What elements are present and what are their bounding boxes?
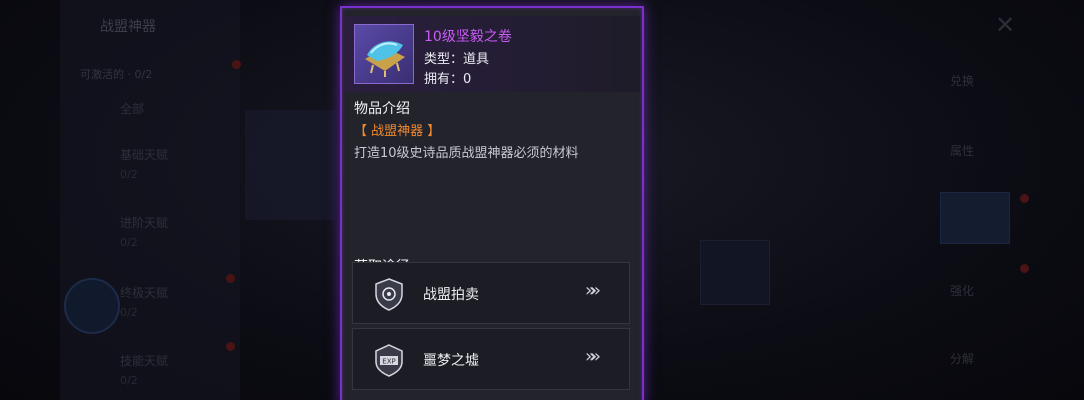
item-tooltip-panel: 10级坚毅之卷 类型：道具 拥有：0 物品介绍 【 战盟神器 】 打造10级史诗… [340,6,644,400]
background-row: 基础天赋 [120,148,169,162]
background-row-sub: 0/2 [120,168,138,181]
exp-badge-icon: EXP [371,342,407,378]
double-chevron-icon: »» [585,280,601,301]
background-right-item: 强化 [950,284,975,298]
close-icon[interactable]: ✕ [990,10,1020,40]
red-dot-icon [1020,194,1029,203]
background-row-sub: 0/2 [120,374,138,387]
item-description: 打造10级史诗品质战盟神器必须的材料 [354,146,579,161]
background-list-panel [245,110,335,220]
source-label: 噩梦之墟 [423,353,479,369]
red-dot-icon [226,274,235,283]
background-row: 全部 [120,102,145,116]
intro-title: 物品介绍 [354,101,410,117]
source-guild-auction[interactable]: 战盟拍卖 »» [352,262,630,324]
red-dot-icon [232,60,241,69]
source-nightmare-ruins[interactable]: EXP 噩梦之墟 »» [352,328,630,390]
background-row-sub: 0/2 [120,306,138,319]
item-name: 10级坚毅之卷 [424,29,512,45]
item-type: 类型：道具 [424,52,490,67]
background-right-item: 兑换 [950,74,975,88]
source-label: 战盟拍卖 [423,287,479,303]
background-right-item: 分解 [950,352,975,366]
item-header: 10级坚毅之卷 类型：道具 拥有：0 [344,16,640,92]
background-tabs: 可激活的 · 0/2 [80,68,153,81]
scroll-item-icon [354,24,414,84]
double-chevron-icon: »» [585,346,601,367]
background-right-selected [940,192,1010,244]
background-side-panel [60,0,240,400]
background-right-item: 属性 [950,144,975,158]
red-dot-icon [1020,264,1029,273]
background-selected-ring [64,278,120,334]
shield-target-icon [371,276,407,312]
category-tag: 【 战盟神器 】 [354,124,441,139]
background-bow-slot [700,240,770,305]
svg-text:EXP: EXP [382,358,395,366]
item-owned-count: 拥有：0 [424,72,472,87]
background-row-sub: 0/2 [120,236,138,249]
background-title: 战盟神器 [100,19,156,35]
red-dot-icon [226,342,235,351]
background-row: 技能天赋 [120,354,169,368]
background-row: 进阶天赋 [120,216,169,230]
background-row: 终极天赋 [120,286,169,300]
